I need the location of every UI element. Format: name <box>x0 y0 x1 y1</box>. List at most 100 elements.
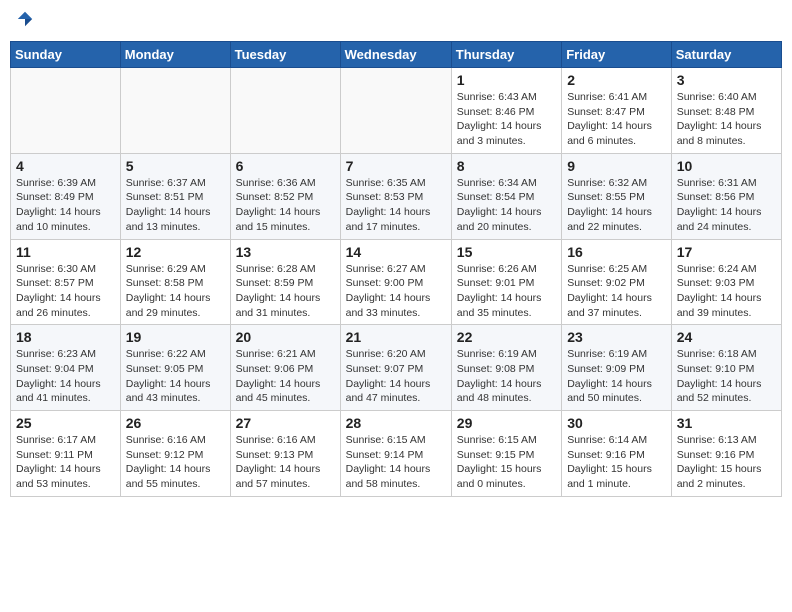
calendar-cell: 28 Sunrise: 6:15 AM Sunset: 9:14 PM Dayli… <box>340 411 451 497</box>
day-number: 3 <box>677 72 776 88</box>
day-info: Sunrise: 6:15 AM Sunset: 9:14 PM Dayligh… <box>346 433 446 492</box>
calendar-cell: 1 Sunrise: 6:43 AM Sunset: 8:46 PM Daylig… <box>451 68 561 154</box>
calendar-cell: 2Sunrise: 6:41 AM Sunset: 8:47 PM Daylig… <box>562 68 672 154</box>
day-info: Sunrise: 6:43 AM Sunset: 8:46 PM Dayligh… <box>457 90 556 149</box>
calendar-cell: 8 Sunrise: 6:34 AM Sunset: 8:54 PM Daylig… <box>451 153 561 239</box>
day-number: 10 <box>677 158 776 174</box>
day-header-friday: Friday <box>562 42 672 68</box>
calendar-week-row: 18 Sunrise: 6:23 AM Sunset: 9:04 PM Dayli… <box>11 325 782 411</box>
day-number: 26 <box>126 415 225 431</box>
calendar-cell: 19 Sunrise: 6:22 AM Sunset: 9:05 PM Dayli… <box>120 325 230 411</box>
calendar-cell: 15 Sunrise: 6:26 AM Sunset: 9:01 PM Dayli… <box>451 239 561 325</box>
day-info: Sunrise: 6:26 AM Sunset: 9:01 PM Dayligh… <box>457 262 556 321</box>
day-info: Sunrise: 6:14 AM Sunset: 9:16 PM Dayligh… <box>567 433 666 492</box>
calendar-cell <box>230 68 340 154</box>
day-info: Sunrise: 6:37 AM Sunset: 8:51 PM Dayligh… <box>126 176 225 235</box>
day-number: 1 <box>457 72 556 88</box>
day-info: Sunrise: 6:40 AM Sunset: 8:48 PM Dayligh… <box>677 90 776 149</box>
day-number: 18 <box>16 329 115 345</box>
day-info: Sunrise: 6:16 AM Sunset: 9:13 PM Dayligh… <box>236 433 335 492</box>
calendar-cell: 18 Sunrise: 6:23 AM Sunset: 9:04 PM Dayli… <box>11 325 121 411</box>
calendar-week-row: 1 Sunrise: 6:43 AM Sunset: 8:46 PM Daylig… <box>11 68 782 154</box>
day-number: 25 <box>16 415 115 431</box>
day-number: 8 <box>457 158 556 174</box>
day-header-thursday: Thursday <box>451 42 561 68</box>
day-info: Sunrise: 6:27 AM Sunset: 9:00 PM Dayligh… <box>346 262 446 321</box>
day-number: 17 <box>677 244 776 260</box>
calendar-cell: 16 Sunrise: 6:25 AM Sunset: 9:02 PM Dayli… <box>562 239 672 325</box>
day-number: 9 <box>567 158 666 174</box>
day-number: 5 <box>126 158 225 174</box>
day-info: Sunrise: 6:22 AM Sunset: 9:05 PM Dayligh… <box>126 347 225 406</box>
calendar-cell: 26 Sunrise: 6:16 AM Sunset: 9:12 PM Dayli… <box>120 411 230 497</box>
day-number: 7 <box>346 158 446 174</box>
calendar-cell: 25 Sunrise: 6:17 AM Sunset: 9:11 PM Dayli… <box>11 411 121 497</box>
calendar-cell: 6 Sunrise: 6:36 AM Sunset: 8:52 PM Daylig… <box>230 153 340 239</box>
day-info: Sunrise: 6:19 AM Sunset: 9:08 PM Dayligh… <box>457 347 556 406</box>
day-info: Sunrise: 6:15 AM Sunset: 9:15 PM Dayligh… <box>457 433 556 492</box>
calendar-cell: 5 Sunrise: 6:37 AM Sunset: 8:51 PM Daylig… <box>120 153 230 239</box>
day-info: Sunrise: 6:28 AM Sunset: 8:59 PM Dayligh… <box>236 262 335 321</box>
calendar-week-row: 4 Sunrise: 6:39 AM Sunset: 8:49 PM Daylig… <box>11 153 782 239</box>
day-number: 28 <box>346 415 446 431</box>
calendar-cell: 30Sunrise: 6:14 AM Sunset: 9:16 PM Dayli… <box>562 411 672 497</box>
calendar-cell: 17 Sunrise: 6:24 AM Sunset: 9:03 PM Dayli… <box>671 239 781 325</box>
calendar-cell: 9 Sunrise: 6:32 AM Sunset: 8:55 PM Daylig… <box>562 153 672 239</box>
calendar-header-row: SundayMondayTuesdayWednesdayThursdayFrid… <box>11 42 782 68</box>
calendar-cell: 14 Sunrise: 6:27 AM Sunset: 9:00 PM Dayli… <box>340 239 451 325</box>
day-info: Sunrise: 6:20 AM Sunset: 9:07 PM Dayligh… <box>346 347 446 406</box>
day-header-saturday: Saturday <box>671 42 781 68</box>
calendar-cell: 11Sunrise: 6:30 AM Sunset: 8:57 PM Dayli… <box>11 239 121 325</box>
day-number: 20 <box>236 329 335 345</box>
day-info: Sunrise: 6:34 AM Sunset: 8:54 PM Dayligh… <box>457 176 556 235</box>
day-info: Sunrise: 6:41 AM Sunset: 8:47 PM Dayligh… <box>567 90 666 149</box>
day-info: Sunrise: 6:19 AM Sunset: 9:09 PM Dayligh… <box>567 347 666 406</box>
calendar-cell: 3 Sunrise: 6:40 AM Sunset: 8:48 PM Daylig… <box>671 68 781 154</box>
page-header <box>10 10 782 33</box>
day-info: Sunrise: 6:36 AM Sunset: 8:52 PM Dayligh… <box>236 176 335 235</box>
calendar-cell: 4 Sunrise: 6:39 AM Sunset: 8:49 PM Daylig… <box>11 153 121 239</box>
day-number: 14 <box>346 244 446 260</box>
day-number: 21 <box>346 329 446 345</box>
day-number: 6 <box>236 158 335 174</box>
day-info: Sunrise: 6:39 AM Sunset: 8:49 PM Dayligh… <box>16 176 115 235</box>
day-number: 23 <box>567 329 666 345</box>
day-info: Sunrise: 6:23 AM Sunset: 9:04 PM Dayligh… <box>16 347 115 406</box>
calendar-table: SundayMondayTuesdayWednesdayThursdayFrid… <box>10 41 782 497</box>
calendar-cell: 10Sunrise: 6:31 AM Sunset: 8:56 PM Dayli… <box>671 153 781 239</box>
calendar-cell: 12Sunrise: 6:29 AM Sunset: 8:58 PM Dayli… <box>120 239 230 325</box>
day-number: 27 <box>236 415 335 431</box>
calendar-cell: 24Sunrise: 6:18 AM Sunset: 9:10 PM Dayli… <box>671 325 781 411</box>
day-info: Sunrise: 6:24 AM Sunset: 9:03 PM Dayligh… <box>677 262 776 321</box>
day-header-tuesday: Tuesday <box>230 42 340 68</box>
day-number: 19 <box>126 329 225 345</box>
day-info: Sunrise: 6:21 AM Sunset: 9:06 PM Dayligh… <box>236 347 335 406</box>
calendar-cell <box>340 68 451 154</box>
day-info: Sunrise: 6:25 AM Sunset: 9:02 PM Dayligh… <box>567 262 666 321</box>
day-info: Sunrise: 6:13 AM Sunset: 9:16 PM Dayligh… <box>677 433 776 492</box>
day-number: 24 <box>677 329 776 345</box>
day-header-monday: Monday <box>120 42 230 68</box>
day-info: Sunrise: 6:16 AM Sunset: 9:12 PM Dayligh… <box>126 433 225 492</box>
day-info: Sunrise: 6:32 AM Sunset: 8:55 PM Dayligh… <box>567 176 666 235</box>
day-number: 4 <box>16 158 115 174</box>
day-header-wednesday: Wednesday <box>340 42 451 68</box>
day-info: Sunrise: 6:35 AM Sunset: 8:53 PM Dayligh… <box>346 176 446 235</box>
day-number: 13 <box>236 244 335 260</box>
logo-icon <box>16 10 34 28</box>
day-number: 29 <box>457 415 556 431</box>
calendar-cell: 20 Sunrise: 6:21 AM Sunset: 9:06 PM Dayli… <box>230 325 340 411</box>
day-number: 16 <box>567 244 666 260</box>
calendar-cell: 23 Sunrise: 6:19 AM Sunset: 9:09 PM Dayli… <box>562 325 672 411</box>
calendar-week-row: 25 Sunrise: 6:17 AM Sunset: 9:11 PM Dayli… <box>11 411 782 497</box>
calendar-cell: 7 Sunrise: 6:35 AM Sunset: 8:53 PM Daylig… <box>340 153 451 239</box>
calendar-cell: 21 Sunrise: 6:20 AM Sunset: 9:07 PM Dayli… <box>340 325 451 411</box>
logo <box>14 10 36 33</box>
calendar-cell <box>120 68 230 154</box>
calendar-cell: 13 Sunrise: 6:28 AM Sunset: 8:59 PM Dayli… <box>230 239 340 325</box>
calendar-cell: 29 Sunrise: 6:15 AM Sunset: 9:15 PM Dayli… <box>451 411 561 497</box>
day-number: 22 <box>457 329 556 345</box>
day-number: 15 <box>457 244 556 260</box>
calendar-cell: 31Sunrise: 6:13 AM Sunset: 9:16 PM Dayli… <box>671 411 781 497</box>
day-info: Sunrise: 6:17 AM Sunset: 9:11 PM Dayligh… <box>16 433 115 492</box>
